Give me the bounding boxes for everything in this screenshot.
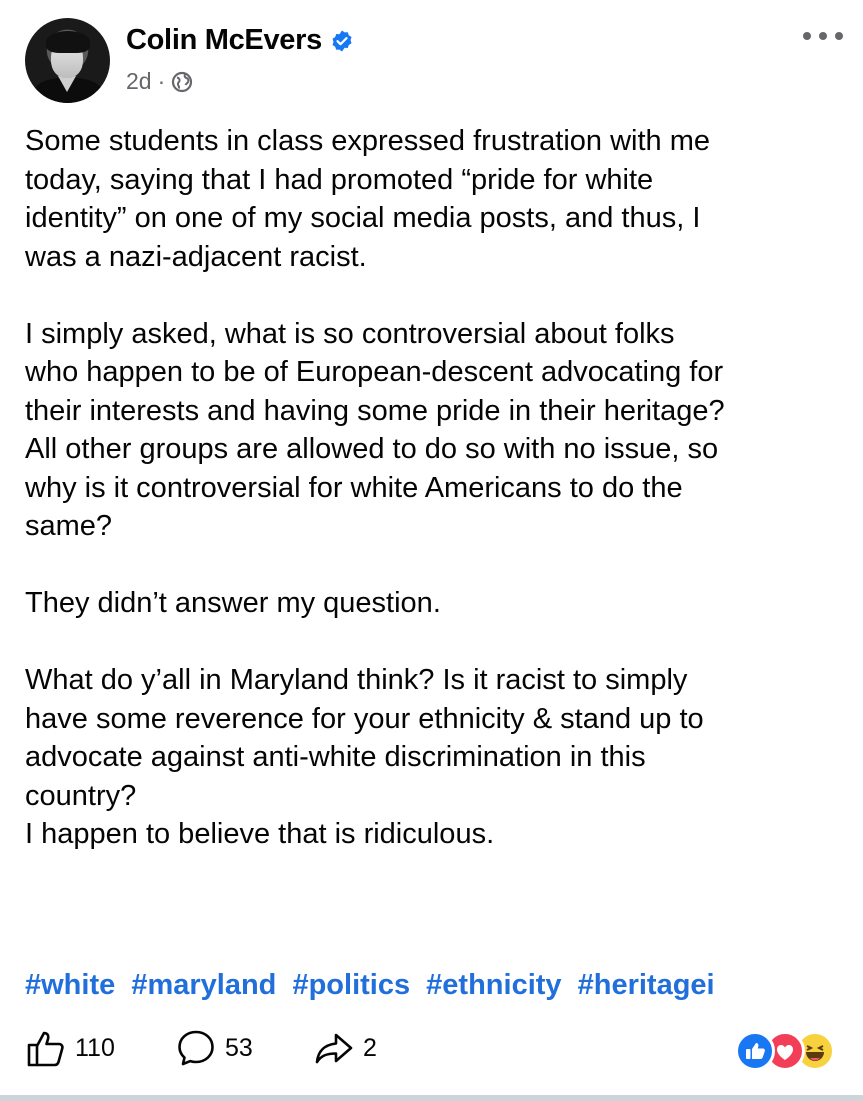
post-line: who happen to be of European-descent adv… xyxy=(25,356,724,388)
post-line: country? xyxy=(25,779,137,812)
post-line: What do y’all in Maryland think? Is it r… xyxy=(25,664,688,696)
post-line: They didn’t answer my question. xyxy=(25,587,441,619)
comment-icon xyxy=(175,1027,217,1069)
like-count: 110 xyxy=(75,1033,115,1062)
avatar[interactable] xyxy=(25,18,110,103)
post-header: Colin McEvers 2d · xyxy=(25,18,843,108)
comment-button[interactable]: 53 xyxy=(175,1027,253,1069)
hashtag-link[interactable]: #white xyxy=(25,969,115,1001)
post-body: Some students in class expressed frustra… xyxy=(25,122,840,854)
post-line: identity” on one of my social media post… xyxy=(25,202,701,234)
more-options-icon[interactable] xyxy=(803,26,843,46)
post-time[interactable]: 2d xyxy=(126,68,152,95)
post-line: All other groups are allowed to do so wi… xyxy=(25,433,719,465)
action-bar: 110 53 2 xyxy=(25,1027,840,1071)
post-line: I simply asked, what is so controversial… xyxy=(25,317,675,350)
hashtag-link[interactable]: #maryland xyxy=(131,969,276,1001)
hashtag-link[interactable]: #heritagei xyxy=(578,969,715,1001)
post-line: advocate against anti-white discriminati… xyxy=(25,741,646,773)
thumbs-up-icon xyxy=(25,1027,67,1069)
reaction-summary[interactable] xyxy=(735,1029,840,1071)
post-line: I happen to believe that is ridiculous. xyxy=(25,818,495,850)
post-line: today, saying that I had promoted “pride… xyxy=(25,163,654,196)
comment-count: 53 xyxy=(225,1033,253,1062)
post-line: have some reverence for your ethnicity &… xyxy=(25,702,704,735)
post-line: Some students in class expressed frustra… xyxy=(25,125,711,157)
share-button[interactable]: 2 xyxy=(313,1027,377,1069)
hashtag-link[interactable]: #ethnicity xyxy=(426,969,561,1001)
hashtags: #white #maryland #politics #ethnicity #h… xyxy=(25,969,723,1002)
like-button[interactable]: 110 xyxy=(25,1027,115,1069)
author-name[interactable]: Colin McEvers xyxy=(126,24,322,57)
verified-badge-icon xyxy=(330,29,354,53)
post-line: was a nazi-adjacent racist. xyxy=(25,240,367,273)
author-row: Colin McEvers xyxy=(126,24,354,57)
post-line: their interests and having some pride in… xyxy=(25,394,725,427)
facebook-post: Colin McEvers 2d · Some students in clas… xyxy=(0,0,863,1101)
post-meta: 2d · xyxy=(126,68,193,95)
share-icon xyxy=(313,1027,355,1069)
divider xyxy=(0,1095,863,1101)
share-count: 2 xyxy=(363,1033,377,1062)
post-line: why is it controversial for white Americ… xyxy=(25,471,683,504)
globe-icon[interactable] xyxy=(171,71,193,93)
hashtag-link[interactable]: #politics xyxy=(292,969,410,1001)
meta-separator: · xyxy=(157,68,166,94)
like-reaction-icon xyxy=(735,1031,775,1071)
post-line: same? xyxy=(25,510,113,542)
